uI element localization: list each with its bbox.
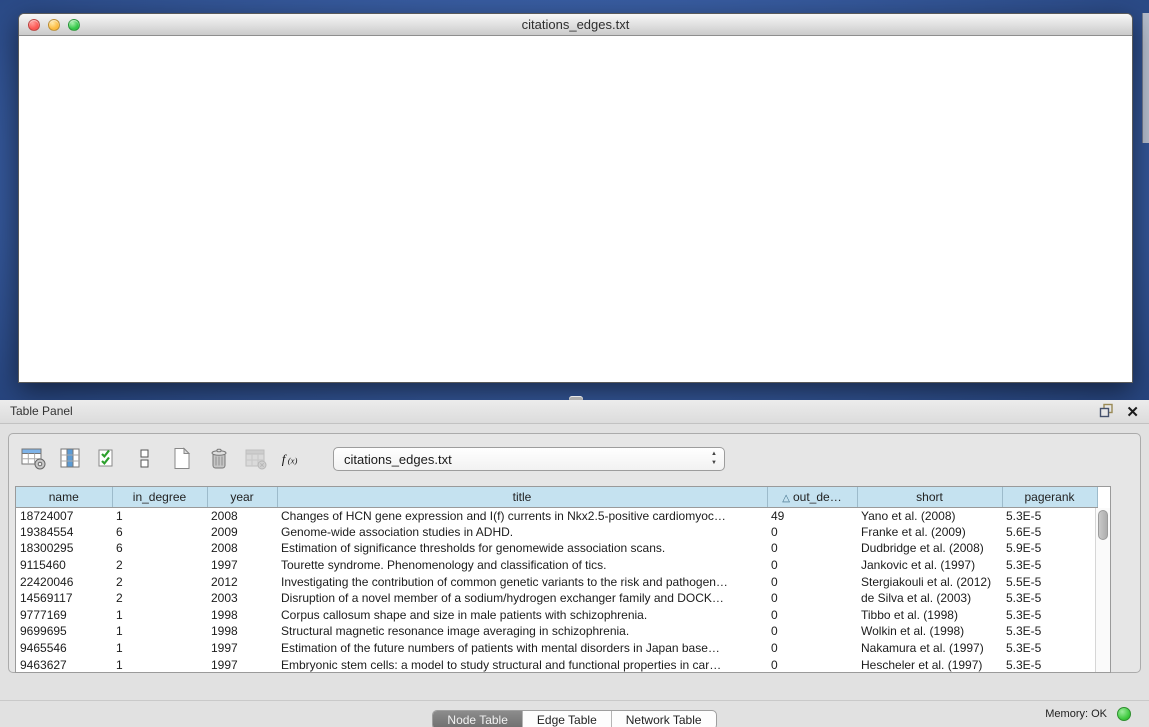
select-columns-icon[interactable] <box>58 447 84 471</box>
table-scrollbar-thumb[interactable] <box>1098 510 1108 540</box>
network-view-desktop: citations_edges.txt <box>0 0 1149 400</box>
background-window-edge <box>1142 13 1149 143</box>
delete-table-icon[interactable] <box>206 447 232 471</box>
column-header-name[interactable]: name <box>16 487 112 507</box>
attribute-table: namein_degreeyeartitle△out_de…shortpager… <box>15 486 1111 673</box>
table-panel: Table Panel ✕ f(x) citations_edges.txt ▲▼ … <box>0 400 1149 727</box>
svg-text:(x): (x) <box>288 455 298 465</box>
function-builder-icon[interactable]: f(x) <box>280 447 306 471</box>
table-row[interactable]: 911546021997Tourette syndrome. Phenomeno… <box>16 557 1097 574</box>
close-panel-icon[interactable]: ✕ <box>1126 405 1139 421</box>
table-row[interactable]: 977716911998Corpus callosum shape and si… <box>16 607 1097 624</box>
float-panel-icon[interactable] <box>1099 403 1114 423</box>
network-window: citations_edges.txt <box>18 13 1133 383</box>
table-row[interactable]: 946554611997Estimation of the future num… <box>16 640 1097 657</box>
application-window: citations_edges.txt Table Panel ✕ <box>0 0 1149 727</box>
column-header-out_de[interactable]: △out_de… <box>767 487 857 507</box>
column-header-short[interactable]: short <box>857 487 1002 507</box>
status-bar: Memory: OK <box>0 700 1149 727</box>
new-table-icon[interactable] <box>169 447 195 471</box>
window-title: citations_edges.txt <box>19 17 1132 32</box>
row-height-icon[interactable] <box>132 447 158 471</box>
table-row[interactable]: 969969511998Structural magnetic resonanc… <box>16 623 1097 640</box>
table-panel-header: Table Panel ✕ <box>0 400 1149 424</box>
svg-text:f: f <box>282 451 288 466</box>
table-row[interactable]: 1872400712008Changes of HCN gene express… <box>16 507 1097 524</box>
import-table-disabled-icon[interactable] <box>243 447 269 471</box>
column-header-in_degree[interactable]: in_degree <box>112 487 207 507</box>
table-row[interactable]: 1938455462009Genome-wide association stu… <box>16 524 1097 541</box>
table-row[interactable]: 2242004622012Investigating the contribut… <box>16 573 1097 590</box>
memory-status-label: Memory: OK <box>1045 708 1107 720</box>
column-header-pagerank[interactable]: pagerank <box>1002 487 1097 507</box>
table-settings-icon[interactable] <box>21 447 47 471</box>
table-toolbar: f(x) citations_edges.txt ▲▼ <box>21 442 725 476</box>
sort-ascending-icon: △ <box>782 493 790 504</box>
network-canvas[interactable] <box>19 36 1133 383</box>
table-scrollbar[interactable] <box>1095 508 1110 672</box>
table-selector-dropdown[interactable]: citations_edges.txt ▲▼ <box>333 447 725 471</box>
table-row[interactable]: 1456911722003Disruption of a novel membe… <box>16 590 1097 607</box>
table-row[interactable]: 1830029562008Estimation of significance … <box>16 540 1097 557</box>
table-panel-body: f(x) citations_edges.txt ▲▼ namein_degreey… <box>8 433 1141 673</box>
memory-status-indicator-icon <box>1117 707 1131 721</box>
dropdown-arrows-icon: ▲▼ <box>711 450 717 468</box>
table-panel-title: Table Panel <box>10 404 73 418</box>
network-window-titlebar[interactable]: citations_edges.txt <box>19 14 1132 36</box>
table-row[interactable]: 946362711997Embryonic stem cells: a mode… <box>16 656 1097 673</box>
checklist-icon[interactable] <box>95 447 121 471</box>
column-header-title[interactable]: title <box>277 487 767 507</box>
table-selector-value: citations_edges.txt <box>334 452 452 467</box>
column-header-year[interactable]: year <box>207 487 277 507</box>
